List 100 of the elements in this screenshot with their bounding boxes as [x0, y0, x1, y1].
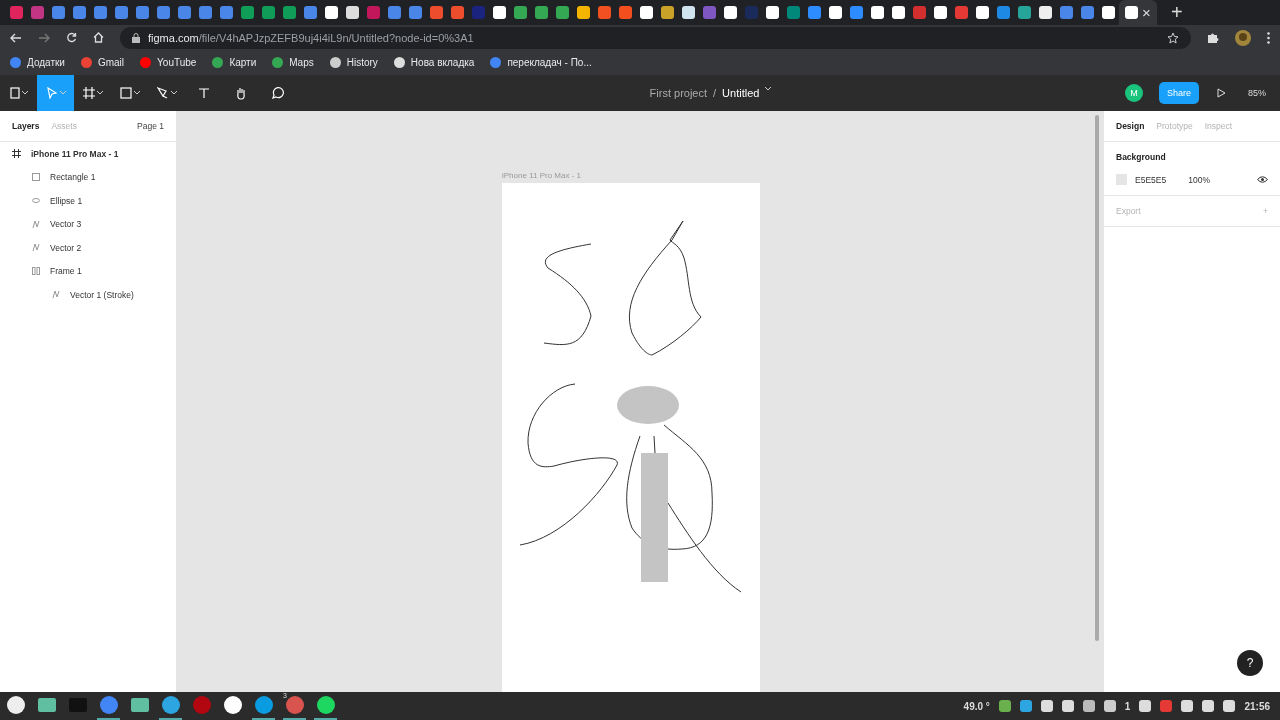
bookmark-link[interactable]: Нова вкладка [393, 57, 475, 68]
favicon-icon [472, 6, 485, 19]
zoom-level[interactable]: 85% [1248, 88, 1266, 98]
favicon-icon [514, 6, 527, 19]
favicon-icon [598, 6, 611, 19]
favicon-icon [871, 6, 884, 19]
ellipse-shape [617, 386, 679, 424]
favicon-icon [913, 6, 926, 19]
favicon-icon [157, 6, 170, 19]
app-icon [36, 695, 57, 715]
favicon-icon [220, 6, 233, 19]
file-name[interactable]: Untitled [722, 87, 760, 99]
page-selector[interactable]: Page 1 [137, 121, 164, 131]
ellipse-icon [32, 198, 40, 204]
opacity-value[interactable]: 100% [1188, 174, 1210, 185]
layer-name[interactable]: iPhone 11 Pro Max - 1 [31, 148, 119, 159]
caret-icon [59, 91, 66, 95]
scrollbar[interactable] [1095, 115, 1099, 641]
favicon-icon [745, 6, 758, 19]
app-icon [98, 695, 119, 715]
app-icon [129, 695, 150, 715]
caret-icon [96, 91, 103, 95]
favicon-icon [1102, 6, 1115, 19]
layer-name[interactable]: Vector 2 [50, 242, 82, 253]
star-icon[interactable] [1167, 31, 1179, 44]
browser-tab[interactable]: × [1119, 0, 1157, 25]
section-title: Export [1116, 206, 1141, 216]
back-icon[interactable] [10, 32, 22, 43]
favicon-icon [346, 6, 359, 19]
favicon-icon [1060, 6, 1073, 19]
temperature: 49.0 ° [963, 700, 990, 712]
caret-icon [765, 87, 772, 91]
app-icon [284, 695, 305, 715]
home-icon[interactable] [93, 32, 104, 43]
bookmark-link[interactable]: History [329, 57, 378, 68]
lock-icon [132, 32, 140, 43]
layer-name[interactable]: Rectangle 1 [50, 172, 96, 183]
favicon-icon [976, 6, 989, 19]
bookmark-link[interactable]: Додатки [10, 57, 65, 68]
layer-name[interactable]: Vector 1 (Stroke) [70, 289, 134, 300]
favicon-icon [493, 6, 506, 19]
favicon-icon [31, 6, 44, 19]
favicon-icon [934, 6, 947, 19]
favicon-icon [556, 6, 569, 19]
puzzle-icon[interactable] [1207, 31, 1219, 44]
columns-icon [32, 267, 40, 276]
notification-count: 1 [1124, 700, 1131, 712]
layer-name[interactable]: Ellipse 1 [50, 195, 83, 206]
favicon-icon [661, 6, 674, 19]
favicon-icon [1125, 6, 1139, 19]
layer-name[interactable]: Frame 1 [50, 266, 82, 277]
favicon-icon [829, 6, 842, 19]
clock[interactable]: 21:56 [1244, 700, 1270, 712]
color-swatch[interactable] [1116, 174, 1127, 185]
forward-icon[interactable] [38, 32, 50, 43]
app-icon [315, 695, 336, 715]
panel-tab[interactable]: Design [1116, 121, 1145, 131]
eye-icon[interactable] [1257, 176, 1268, 183]
favicon-icon [388, 6, 401, 19]
bookmark-link[interactable]: YouTube [140, 57, 197, 68]
address-bar[interactable]: figma.com/file/V4hAPJzpZEFB9uj4i4iL9n/Untitled?node-id=0%3A1 [120, 26, 1191, 49]
favicon-icon [619, 6, 632, 19]
favicon-icon [241, 6, 254, 19]
bookmark-link[interactable]: перекладач - По... [490, 57, 592, 68]
hex-value[interactable]: E5E5E5 [1135, 174, 1167, 185]
bookmark-link[interactable]: Карти [212, 57, 257, 68]
app-icon [191, 695, 212, 715]
more-icon[interactable] [1267, 31, 1270, 44]
frame-icon [12, 149, 21, 159]
project-name[interactable]: First project [649, 87, 708, 99]
favicon-icon [430, 6, 443, 19]
favicon-icon [766, 6, 779, 19]
favicon-icon [1081, 6, 1094, 19]
favicon-icon [1039, 6, 1052, 19]
bookmark-link[interactable]: Maps [272, 57, 314, 68]
favicon-icon [73, 6, 86, 19]
layer-name[interactable]: Vector 3 [50, 219, 82, 230]
favicon-icon [682, 6, 695, 19]
favicon-icon [409, 6, 422, 19]
section-title: Background [1116, 152, 1167, 162]
favicon-icon [136, 6, 149, 19]
favicon-icon [262, 6, 275, 19]
favicon-icon [808, 6, 821, 19]
text-icon [197, 87, 210, 99]
app-icon [160, 695, 181, 715]
close-tab-button[interactable]: × [1142, 4, 1151, 21]
cursor-icon [45, 87, 58, 99]
profile-avatar[interactable] [1235, 29, 1251, 46]
panel-tab[interactable]: Layers [12, 121, 40, 131]
favicon-icon [850, 6, 863, 19]
caret-icon [170, 91, 177, 95]
help-button[interactable]: ? [1237, 650, 1263, 676]
app-icon [222, 695, 243, 715]
bookmark-link[interactable]: Gmail [80, 57, 125, 68]
reload-icon[interactable] [66, 32, 77, 43]
square-icon [119, 87, 132, 99]
new-tab-button[interactable]: + [1171, 1, 1183, 24]
hand-icon [234, 86, 247, 100]
favicon-icon [724, 6, 737, 19]
play-icon[interactable] [1217, 88, 1226, 98]
